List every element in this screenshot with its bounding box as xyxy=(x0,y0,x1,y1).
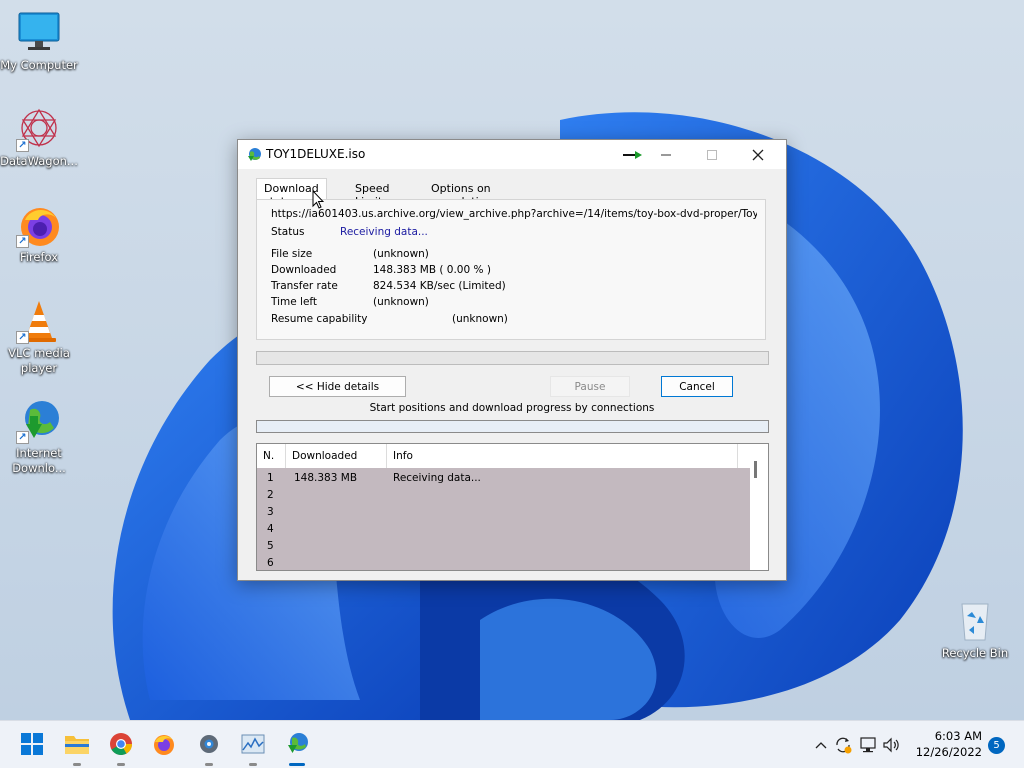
running-indicator xyxy=(289,763,305,766)
start-icon xyxy=(21,732,43,758)
clock-date: 12/26/2022 xyxy=(915,745,982,759)
settings-gear-icon xyxy=(197,732,221,759)
pause-button[interactable]: Pause xyxy=(550,376,630,397)
task-manager-icon xyxy=(241,733,265,758)
desktop-icon-label: Internet Downlo... xyxy=(12,446,66,475)
column-header-downloaded[interactable]: Downloaded xyxy=(286,444,387,468)
cancel-button[interactable]: Cancel xyxy=(661,376,733,397)
connections-table: N. Downloaded Info 1 148.383 MB Receivin… xyxy=(256,443,769,571)
desktop-icon-recycle-bin[interactable]: Recycle Bin xyxy=(936,598,1014,661)
table-header: N. Downloaded Info xyxy=(257,444,768,468)
taskbar-settings[interactable] xyxy=(194,730,224,766)
downloaded-value: 148.383 MB ( 0.00 % ) xyxy=(373,264,491,276)
table-row-n: 4 xyxy=(267,523,274,535)
taskbar-file-explorer[interactable] xyxy=(62,730,92,766)
firefox-icon xyxy=(152,732,176,759)
table-body: 1 148.383 MB Receiving data... 2 3 4 5 6 xyxy=(257,468,750,570)
resume-capability-label: Resume capability xyxy=(271,313,368,325)
file-explorer-icon xyxy=(64,733,90,758)
resume-capability-value: (unknown) xyxy=(452,313,508,325)
idm-icon xyxy=(284,732,310,759)
file-size-value: (unknown) xyxy=(373,248,429,260)
transfer-rate-label: Transfer rate xyxy=(271,280,338,292)
table-row-downloaded: 148.383 MB xyxy=(294,472,358,484)
dialog-title: TOY1DELUXE.iso xyxy=(266,147,366,161)
sync-update-icon[interactable] xyxy=(830,736,856,754)
time-left-value: (unknown) xyxy=(373,296,429,308)
table-row-n: 3 xyxy=(267,506,274,518)
volume-icon[interactable] xyxy=(880,737,902,753)
running-indicator xyxy=(73,763,81,766)
time-left-label: Time left xyxy=(271,296,318,308)
desktop-icon-datawagon[interactable]: ↗ DataWagon... xyxy=(0,106,78,169)
desktop-icon-label: My Computer xyxy=(0,58,78,72)
file-size-label: File size xyxy=(271,248,313,260)
taskbar-task-manager[interactable] xyxy=(238,730,268,766)
running-indicator xyxy=(117,763,125,766)
firefox-icon: ↗ xyxy=(16,202,62,248)
column-header-n[interactable]: N. xyxy=(257,444,286,468)
desktop-icon-vlc[interactable]: ↗ VLC media player xyxy=(0,298,78,376)
transfer-rate-value: 824.534 KB/sec (Limited) xyxy=(373,280,506,292)
desktop-icon-label: Firefox xyxy=(19,250,59,264)
download-status-panel: https://ia601403.us.archive.org/view_arc… xyxy=(256,199,766,340)
table-row-n: 6 xyxy=(267,557,274,569)
idm-app-icon xyxy=(246,147,262,163)
running-indicator xyxy=(249,763,257,766)
chrome-icon xyxy=(109,732,133,759)
vlc-cone-icon: ↗ xyxy=(16,298,62,344)
dialog-titlebar[interactable]: TOY1DELUXE.iso xyxy=(238,140,786,169)
table-row-info: Receiving data... xyxy=(393,472,481,484)
show-hidden-icons-chevron-icon[interactable] xyxy=(812,741,830,749)
desktop-icon-my-computer[interactable]: My Computer xyxy=(0,10,78,73)
download-url: https://ia601403.us.archive.org/view_arc… xyxy=(271,208,757,220)
minimize-button[interactable] xyxy=(643,140,689,169)
desktop-icon-firefox[interactable]: ↗ Firefox xyxy=(0,202,78,265)
table-scrollbar-thumb[interactable] xyxy=(754,461,757,478)
notification-count-badge[interactable]: 5 xyxy=(988,737,1005,754)
datawagon-icon: ↗ xyxy=(16,106,62,152)
desktop-icon-label: DataWagon... xyxy=(0,154,78,168)
taskbar-internet-download-manager[interactable] xyxy=(282,730,312,766)
taskbar-clock[interactable]: 6:03 AM 12/26/2022 xyxy=(916,728,982,760)
maximize-button xyxy=(689,140,735,169)
connections-progress-bar xyxy=(256,420,769,433)
tab-options-on-completion[interactable]: Options on completion xyxy=(424,179,499,208)
monitor-icon xyxy=(16,10,62,56)
taskbar: 6:03 AM 12/26/2022 5 xyxy=(0,720,1024,768)
desktop-icon-label: VLC media player xyxy=(8,346,70,375)
table-row-n: 5 xyxy=(267,540,274,552)
running-indicator xyxy=(205,763,213,766)
close-button[interactable] xyxy=(735,140,781,169)
system-tray xyxy=(812,721,902,768)
taskbar-firefox[interactable] xyxy=(149,730,179,760)
recycle-bin-icon xyxy=(952,598,998,644)
mouse-cursor-icon xyxy=(312,190,324,209)
taskbar-chrome[interactable] xyxy=(106,730,136,766)
desktop-icon-label: Recycle Bin xyxy=(941,646,1009,660)
connections-caption: Start positions and download progress by… xyxy=(369,402,655,414)
start-button[interactable] xyxy=(17,730,47,760)
column-header-info[interactable]: Info xyxy=(387,444,738,468)
overall-progress-bar xyxy=(256,351,769,365)
network-icon[interactable] xyxy=(856,737,880,753)
table-row-n: 2 xyxy=(267,489,274,501)
status-value: Receiving data... xyxy=(340,226,428,238)
clock-time: 6:03 AM xyxy=(934,729,982,743)
desktop-icon-internet-download-manager[interactable]: ↗ Internet Downlo... xyxy=(0,398,78,476)
tab-speed-limiter[interactable]: Speed Limiter xyxy=(348,179,401,208)
hide-details-button[interactable]: << Hide details xyxy=(269,376,406,397)
table-row-n: 1 xyxy=(267,472,274,484)
idm-globe-icon: ↗ xyxy=(16,398,62,444)
status-label: Status xyxy=(271,226,305,238)
downloaded-label: Downloaded xyxy=(271,264,337,276)
